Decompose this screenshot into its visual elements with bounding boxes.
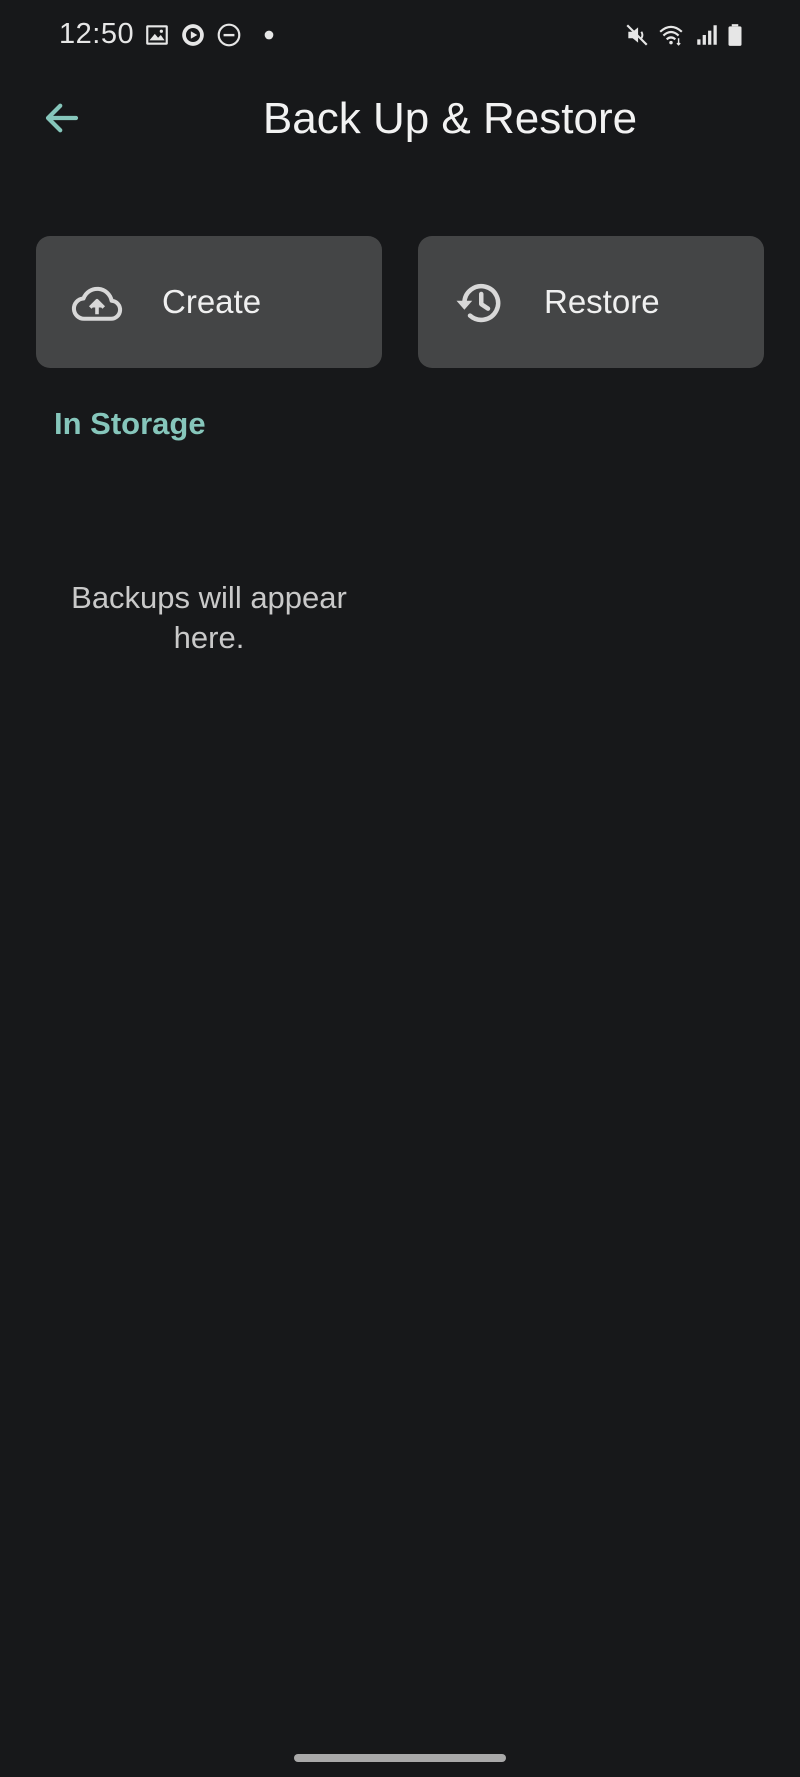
- arrow-back-icon: [45, 103, 79, 133]
- cloud-upload-icon: [71, 286, 123, 321]
- do-not-disturb-icon: [217, 23, 241, 47]
- notification-dot-icon: [264, 30, 274, 40]
- backup-restore-screen: 12:50 Back Up & Restore Create Restore I…: [0, 0, 800, 1777]
- create-label: Create: [162, 283, 262, 320]
- battery-icon: [728, 24, 742, 46]
- create-backup-button[interactable]: Create: [36, 236, 382, 368]
- gallery-icon: [146, 25, 168, 45]
- mute-icon: [626, 24, 648, 46]
- page-title: Back Up & Restore: [262, 94, 638, 143]
- restore-backup-button[interactable]: Restore: [418, 236, 764, 368]
- back-button[interactable]: [36, 92, 88, 144]
- home-indicator[interactable]: [294, 1754, 506, 1762]
- in-storage-heading: In Storage: [54, 406, 206, 441]
- status-time: 12:50: [59, 18, 135, 50]
- media-icon: [182, 24, 204, 46]
- wifi-icon: [659, 25, 683, 46]
- status-bar: 12:50: [0, 0, 800, 72]
- restore-label: Restore: [544, 283, 660, 320]
- signal-icon: [697, 25, 717, 45]
- history-icon: [456, 283, 501, 323]
- empty-state-message: Backups will appear here.: [71, 580, 347, 655]
